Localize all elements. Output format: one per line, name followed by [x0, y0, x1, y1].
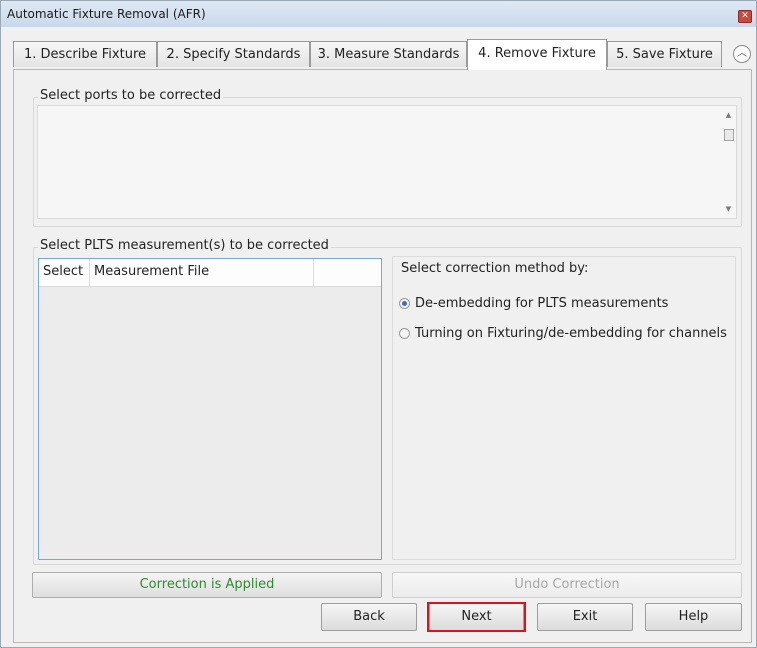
- next-button-highlight: [427, 602, 526, 632]
- window-title: Automatic Fixture Removal (AFR): [7, 7, 206, 21]
- exit-button[interactable]: Exit: [537, 603, 633, 631]
- close-button[interactable]: ✕: [738, 10, 752, 23]
- radio-fixturing-label: Turning on Fixturing/de-embedding for ch…: [415, 326, 727, 341]
- measurement-table-header: Select Measurement File: [39, 259, 381, 287]
- scroll-up-icon[interactable]: ▲: [720, 109, 737, 121]
- tab-remove-fixture[interactable]: 4. Remove Fixture: [467, 39, 607, 70]
- back-button[interactable]: Back: [321, 603, 417, 631]
- correction-method-label: Select correction method by:: [401, 261, 589, 276]
- radio-checked-icon: [399, 298, 410, 309]
- ports-list[interactable]: [37, 105, 737, 219]
- scroll-down-icon[interactable]: ▼: [720, 203, 737, 215]
- measurement-table[interactable]: Select Measurement File: [38, 258, 382, 560]
- tab-specify-standards[interactable]: 2. Specify Standards: [157, 41, 310, 67]
- tab-describe-fixture[interactable]: 1. Describe Fixture: [13, 41, 157, 67]
- afr-dialog: Automatic Fixture Removal (AFR) ✕ 1. Des…: [0, 0, 757, 648]
- column-extra[interactable]: [314, 259, 381, 286]
- radio-de-embedding-label: De-embedding for PLTS measurements: [415, 296, 669, 311]
- correction-method-panel: Select correction method by: De-embeddin…: [392, 256, 736, 560]
- tab-measure-standards[interactable]: 3. Measure Standards: [310, 41, 467, 67]
- title-bar: Automatic Fixture Removal (AFR) ✕: [1, 1, 756, 27]
- close-icon: ✕: [741, 11, 749, 21]
- column-select[interactable]: Select: [39, 259, 90, 286]
- tab-save-fixture[interactable]: 5. Save Fixture: [607, 41, 722, 67]
- tab-scroll-button[interactable]: ︿: [733, 45, 751, 63]
- ports-scrollbar[interactable]: ▲ ▼: [720, 105, 737, 217]
- scroll-thumb[interactable]: [724, 129, 734, 141]
- undo-correction-button[interactable]: Undo Correction: [392, 572, 742, 598]
- correction-applied-button[interactable]: Correction is Applied: [32, 572, 382, 598]
- measurements-group-label: Select PLTS measurement(s) to be correct…: [38, 238, 331, 253]
- ports-group-label: Select ports to be corrected: [38, 88, 224, 103]
- radio-unchecked-icon: [399, 328, 410, 339]
- help-button[interactable]: Help: [645, 603, 742, 631]
- chevron-up-icon: ︿: [737, 48, 747, 59]
- column-measurement-file[interactable]: Measurement File: [90, 259, 314, 286]
